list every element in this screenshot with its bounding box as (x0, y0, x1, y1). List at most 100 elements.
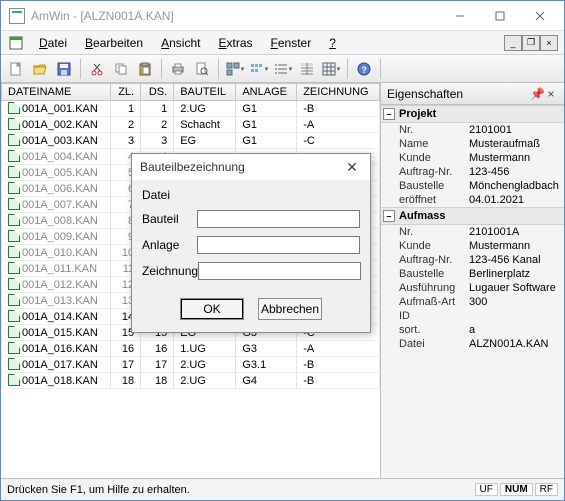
datei-label: Datei (142, 188, 202, 202)
property-row[interactable]: BaustelleMönchengladbach (381, 179, 564, 193)
close-button[interactable] (520, 2, 560, 30)
print-preview-icon[interactable] (191, 58, 213, 80)
menu-ansicht[interactable]: Ansicht (153, 34, 208, 52)
col-zeichnung[interactable]: ZEICHNUNG (297, 84, 380, 101)
col-bauteil[interactable]: BAUTEIL (174, 84, 236, 101)
menu-help[interactable]: ? (321, 34, 344, 52)
maximize-button[interactable] (480, 2, 520, 30)
property-row[interactable]: Nr.2101001A (381, 225, 564, 239)
table-row[interactable]: 001A_016.KAN16161.UGG3-A (2, 341, 380, 357)
ok-button[interactable]: OK (180, 298, 244, 320)
view-grid-icon[interactable]: ▾ (320, 58, 342, 80)
properties-title: Eigenschaften (387, 87, 463, 101)
dialog-title: Bauteilbezeichnung (140, 160, 245, 174)
table-row[interactable]: 001A_003.KAN33EGG1-C (2, 133, 380, 149)
file-icon (8, 182, 20, 194)
anlage-input[interactable] (197, 236, 360, 254)
menu-fenster[interactable]: Fenster (263, 34, 320, 52)
view-large-icon[interactable]: ▾ (224, 58, 246, 80)
collapse-icon[interactable]: – (383, 210, 395, 222)
help-icon[interactable]: ? (353, 58, 375, 80)
file-icon (8, 102, 20, 114)
file-icon (8, 326, 20, 338)
collapse-icon[interactable]: – (383, 108, 395, 120)
file-icon (8, 230, 20, 242)
menubar: Datei Bearbeiten Ansicht Extras Fenster … (1, 31, 564, 55)
toolbar: ▾ ▾ ▾ ▾ ? (1, 55, 564, 83)
view-details-icon[interactable] (296, 58, 318, 80)
cancel-button[interactable]: Abbrechen (258, 298, 322, 320)
property-row[interactable]: Nr.2101001 (381, 123, 564, 137)
cut-icon[interactable] (86, 58, 108, 80)
open-icon[interactable] (29, 58, 51, 80)
properties-pane: Eigenschaften 📌 × –ProjektNr.2101001Name… (380, 83, 564, 478)
col-ds[interactable]: DS. (141, 84, 174, 101)
file-icon (8, 374, 20, 386)
table-row[interactable]: 001A_002.KAN22SchachtG1-A (2, 117, 380, 133)
col-zl[interactable]: ZL. (110, 84, 141, 101)
mdi-close-button[interactable]: × (540, 35, 558, 51)
file-icon (8, 150, 20, 162)
mdi-app-icon[interactable] (7, 34, 25, 52)
file-icon (8, 246, 20, 258)
property-row[interactable]: NameMusteraufmaß (381, 137, 564, 151)
save-icon[interactable] (53, 58, 75, 80)
file-icon (8, 118, 20, 130)
menu-datei[interactable]: Datei (31, 34, 75, 52)
table-row[interactable]: 001A_018.KAN18182.UGG4-B (2, 373, 380, 389)
pin-icon[interactable]: 📌 (530, 87, 544, 101)
paste-icon[interactable] (134, 58, 156, 80)
property-row[interactable]: Auftrag-Nr.123-456 Kanal (381, 253, 564, 267)
file-icon (8, 134, 20, 146)
property-row[interactable]: KundeMustermann (381, 239, 564, 253)
print-icon[interactable] (167, 58, 189, 80)
window-title: AmWin - [ALZN001A.KAN] (31, 9, 440, 23)
property-row[interactable]: AusführungLugauer Software (381, 281, 564, 295)
minimize-button[interactable] (440, 2, 480, 30)
bauteil-input[interactable] (197, 210, 360, 228)
bauteil-dialog: Bauteilbezeichnung ✕ Datei Bauteil Anlag… (131, 153, 371, 333)
statusbar: Drücken Sie F1, um Hilfe zu erhalten. UF… (1, 478, 564, 500)
file-icon (8, 214, 20, 226)
menu-bearbeiten[interactable]: Bearbeiten (77, 34, 151, 52)
property-row[interactable]: DateiALZN001A.KAN (381, 337, 564, 351)
titlebar: AmWin - [ALZN001A.KAN] (1, 1, 564, 31)
property-row[interactable]: Auftrag-Nr.123-456 (381, 165, 564, 179)
col-dateiname[interactable]: DATEINAME (2, 84, 111, 101)
copy-icon[interactable] (110, 58, 132, 80)
properties-header: Eigenschaften 📌 × (381, 83, 564, 105)
anlage-label: Anlage (142, 238, 197, 252)
file-icon (8, 198, 20, 210)
status-uf: UF (475, 483, 498, 496)
property-row[interactable]: Aufmaß-Art300 (381, 295, 564, 309)
mdi-minimize-button[interactable]: _ (504, 35, 522, 51)
property-group[interactable]: –Projekt (381, 105, 564, 123)
property-row[interactable]: eröffnet04.01.2021 (381, 193, 564, 207)
file-icon (8, 294, 20, 306)
file-icon (8, 310, 20, 322)
zeichnung-label: Zeichnung (142, 264, 198, 278)
new-icon[interactable] (5, 58, 27, 80)
status-hint: Drücken Sie F1, um Hilfe zu erhalten. (7, 484, 190, 496)
property-row[interactable]: ID (381, 309, 564, 323)
zeichnung-input[interactable] (198, 262, 361, 280)
menu-extras[interactable]: Extras (210, 34, 260, 52)
col-anlage[interactable]: ANLAGE (236, 84, 297, 101)
status-num: NUM (500, 483, 533, 496)
table-row[interactable]: 001A_017.KAN17172.UGG3.1-B (2, 357, 380, 373)
file-icon (8, 262, 20, 274)
svg-text:?: ? (361, 65, 367, 75)
dialog-close-icon[interactable]: ✕ (342, 159, 362, 176)
properties-close-icon[interactable]: × (544, 87, 558, 101)
property-group[interactable]: –Aufmass (381, 207, 564, 225)
file-icon (8, 278, 20, 290)
property-row[interactable]: sort.a (381, 323, 564, 337)
mdi-restore-button[interactable]: ❐ (522, 35, 540, 51)
view-small-icon[interactable]: ▾ (248, 58, 270, 80)
property-row[interactable]: KundeMustermann (381, 151, 564, 165)
view-list-icon[interactable]: ▾ (272, 58, 294, 80)
app-icon (9, 8, 25, 24)
bauteil-label: Bauteil (142, 212, 197, 226)
table-row[interactable]: 001A_001.KAN112.UGG1-B (2, 101, 380, 117)
property-row[interactable]: BaustelleBerlinerplatz (381, 267, 564, 281)
